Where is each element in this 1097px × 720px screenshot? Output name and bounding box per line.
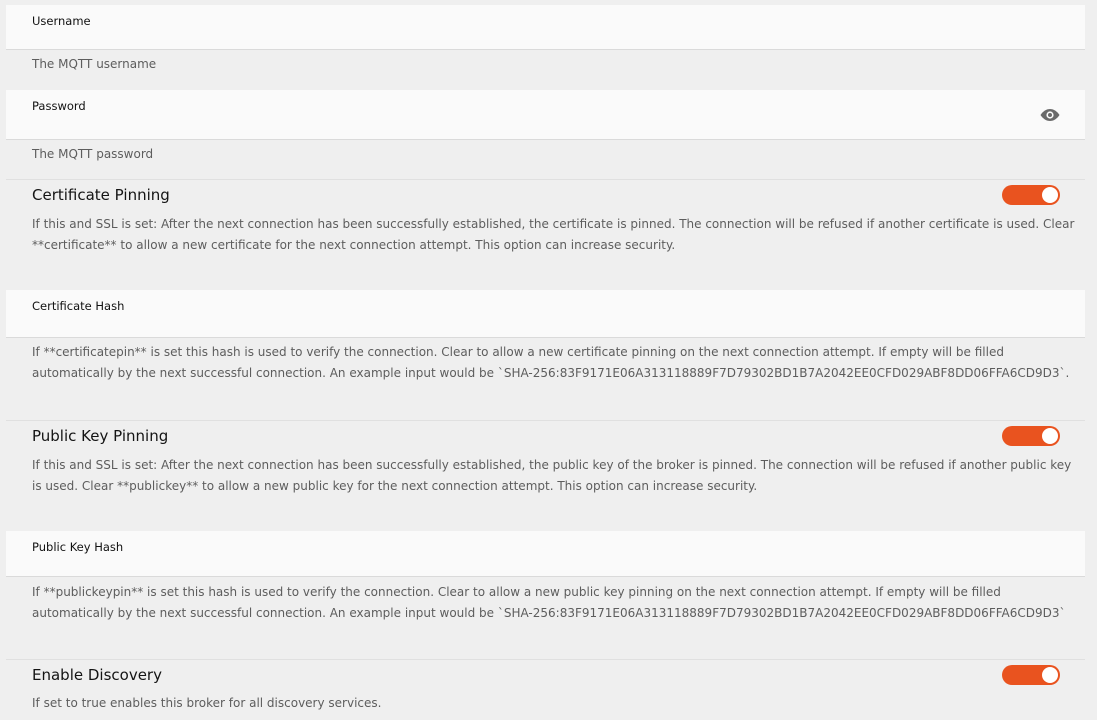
switch-knob [1042,187,1058,203]
public-key-pinning-help: If this and SSL is set: After the next c… [32,458,1072,493]
certificate-pinning-switch[interactable] [1002,185,1060,205]
username-field[interactable]: Username [6,5,1085,50]
enable-discovery-row: Enable Discovery [6,659,1085,689]
certificate-pinning-label: Certificate Pinning [32,186,170,204]
certificate-hash-label: Certificate Hash [32,299,125,313]
public-key-pinning-row: Public Key Pinning [6,420,1085,450]
password-help: The MQTT password [32,147,154,161]
certificate-pinning-help: If this and SSL is set: After the next c… [32,217,1075,252]
enable-discovery-label: Enable Discovery [32,666,162,684]
public-key-pinning-label: Public Key Pinning [32,427,169,445]
public-key-hash-field[interactable]: Public Key Hash [6,531,1085,577]
username-help: The MQTT username [32,57,157,71]
enable-discovery-help: If set to true enables this broker for a… [32,696,382,710]
certificate-hash-help: If **certificatepin** is set this hash i… [32,345,1070,380]
password-field[interactable]: Password [6,90,1085,140]
public-key-hash-help: If **publickeypin** is set this hash is … [32,585,1066,620]
public-key-pinning-switch[interactable] [1002,426,1060,446]
username-label: Username [32,14,91,28]
eye-icon[interactable] [1039,108,1061,122]
enable-discovery-switch[interactable] [1002,665,1060,685]
certificate-pinning-row: Certificate Pinning [6,179,1085,209]
switch-knob [1042,667,1058,683]
switch-knob [1042,428,1058,444]
password-label: Password [32,99,86,113]
mqtt-settings-page: Username The MQTT username Password The … [0,0,1097,720]
public-key-hash-label: Public Key Hash [32,540,124,554]
certificate-hash-field[interactable]: Certificate Hash [6,290,1085,338]
